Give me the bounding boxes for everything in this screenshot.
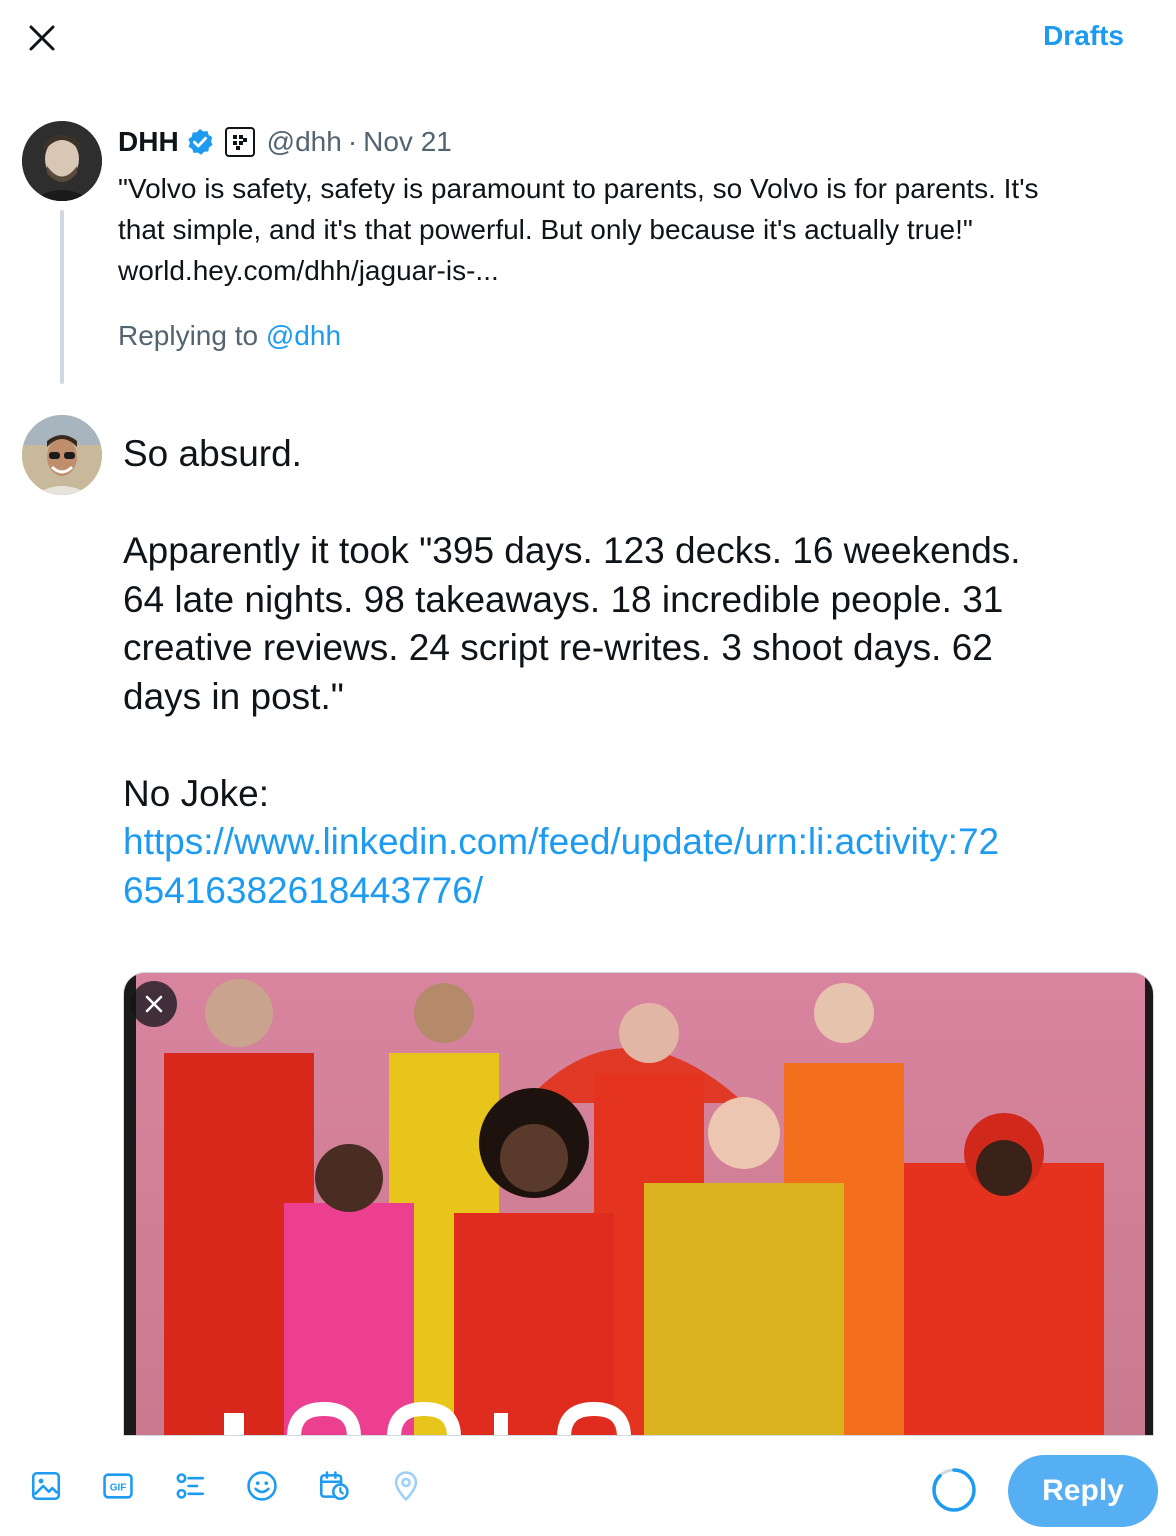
location-icon[interactable]: [386, 1466, 426, 1506]
poll-icon[interactable]: [170, 1466, 210, 1506]
original-author-avatar[interactable]: [22, 121, 102, 201]
gif-label: GIF: [110, 1482, 127, 1493]
drafts-button[interactable]: Drafts: [1043, 20, 1124, 52]
emoji-icon[interactable]: [242, 1466, 282, 1506]
reply-button[interactable]: Reply: [1008, 1455, 1158, 1527]
compose-line: 64 late nights. 98 takeaways. 18 incredi…: [123, 578, 1004, 620]
original-tweet-header: DHH @dhh · Nov 21: [118, 122, 452, 162]
replying-prefix: Replying to: [118, 320, 259, 351]
remove-media-icon[interactable]: [131, 981, 177, 1027]
schedule-icon[interactable]: [314, 1466, 354, 1506]
close-icon[interactable]: [22, 18, 62, 58]
tweet-text-line: that simple, and it's that powerful. But…: [118, 214, 973, 245]
tweet-text-line: "Volvo is safety, safety is paramount to…: [118, 173, 1039, 204]
author-name[interactable]: DHH: [118, 126, 179, 158]
compose-link-line[interactable]: https://www.linkedin.com/feed/update/urn…: [123, 818, 1153, 867]
tweet-date[interactable]: Nov 21: [363, 126, 452, 158]
replying-mention[interactable]: @dhh: [266, 320, 341, 351]
compose-toolbar: GIF: [0, 1436, 1176, 1536]
character-count-ring: [930, 1466, 978, 1514]
gif-icon[interactable]: GIF: [98, 1466, 138, 1506]
user-avatar[interactable]: [22, 415, 102, 495]
media-attachment[interactable]: [123, 972, 1154, 1436]
compose-line: creative reviews. 24 script re-writes. 3…: [123, 627, 993, 668]
verified-badge-icon: [185, 127, 215, 157]
affiliate-badge-icon: [224, 127, 255, 157]
separator-dot: ·: [347, 126, 358, 157]
original-tweet-text: "Volvo is safety, safety is paramount to…: [118, 168, 1148, 291]
replying-to: Replying to @dhh: [118, 320, 341, 352]
compose-link-line[interactable]: 65416382618443776/: [123, 867, 1153, 916]
compose-line: Apparently it took "395 days. 123 decks.…: [123, 530, 1021, 571]
image-icon[interactable]: [26, 1466, 66, 1506]
thread-connector: [60, 210, 64, 384]
top-bar: Drafts: [0, 0, 1176, 80]
compose-line: So absurd.: [123, 433, 302, 474]
compose-line: days in post.": [123, 675, 344, 717]
compose-line: No Joke:: [123, 772, 270, 814]
compose-textarea[interactable]: So absurd. Apparently it took "395 days.…: [123, 430, 1153, 915]
author-handle[interactable]: @dhh: [267, 126, 342, 158]
tweet-link-line[interactable]: world.hey.com/dhh/jaguar-is-...: [118, 250, 1148, 291]
